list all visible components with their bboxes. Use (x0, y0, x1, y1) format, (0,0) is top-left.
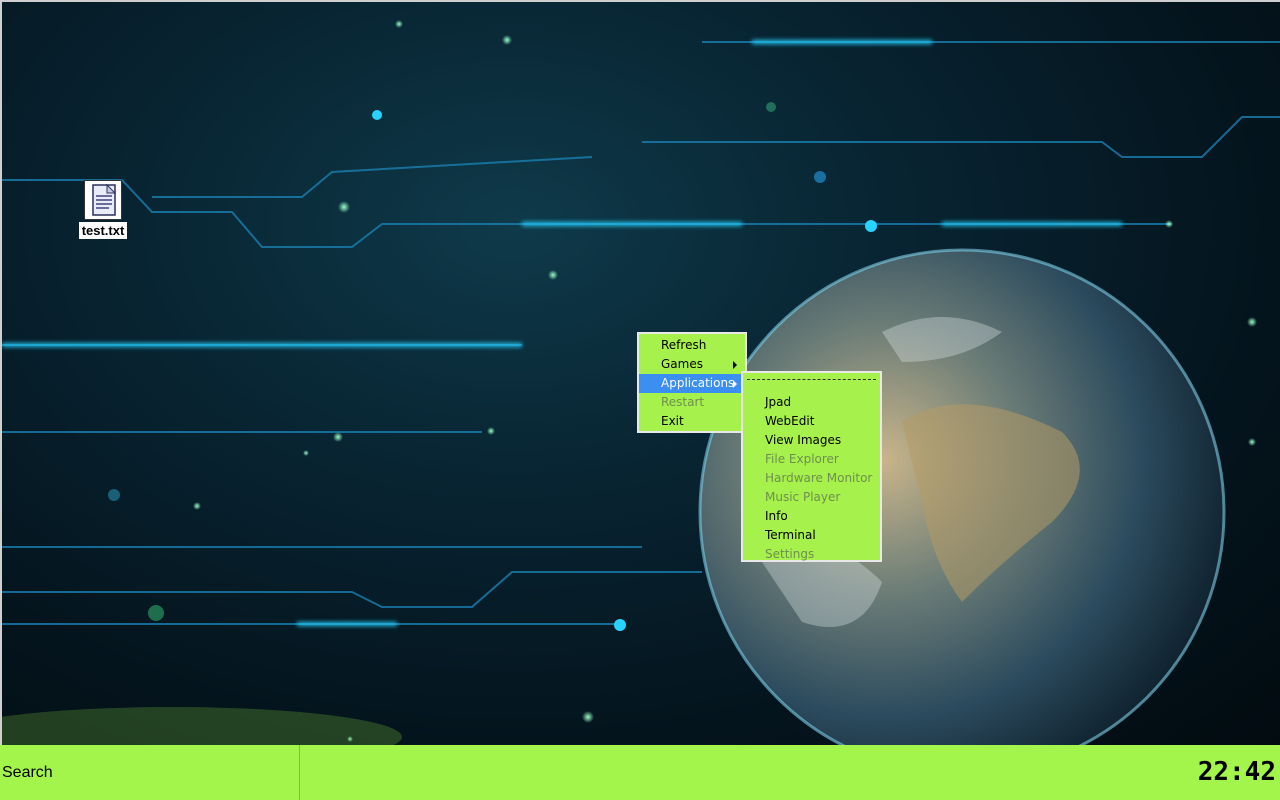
desktop-context-menu: Refresh Games Applications Restart Exit (637, 332, 747, 433)
menu-item-refresh[interactable]: Refresh (639, 336, 745, 355)
tearoff-line[interactable] (747, 379, 876, 381)
search-input[interactable]: Search (0, 745, 300, 800)
menu-item-label: Exit (661, 414, 684, 428)
menu-item-label: Refresh (661, 338, 707, 352)
submenu-arrow-icon (733, 361, 737, 369)
menu-item-label: Applications (661, 376, 735, 390)
menu-item-music-player[interactable]: Music Player (743, 488, 880, 507)
menu-item-webedit[interactable]: WebEdit (743, 412, 880, 431)
menu-item-label: Games (661, 357, 703, 371)
desktop-icon-test-txt[interactable]: test.txt (74, 180, 132, 239)
menu-item-hardware-monitor[interactable]: Hardware Monitor (743, 469, 880, 488)
menu-item-settings[interactable]: Settings (743, 545, 880, 564)
menu-item-terminal[interactable]: Terminal (743, 526, 880, 545)
applications-submenu: Jpad WebEdit View Images File Explorer H… (741, 371, 882, 562)
menu-item-label: File Explorer (765, 452, 839, 466)
menu-item-label: View Images (765, 433, 842, 447)
menu-item-label: Restart (661, 395, 705, 409)
text-document-icon (84, 180, 122, 220)
menu-item-restart[interactable]: Restart (639, 393, 745, 412)
menu-item-label: Music Player (765, 490, 841, 504)
menu-item-label: Settings (765, 547, 815, 561)
menu-item-label: Jpad (765, 395, 792, 409)
menu-item-view-images[interactable]: View Images (743, 431, 880, 450)
menu-item-games[interactable]: Games (639, 355, 745, 374)
menu-item-label: Terminal (765, 528, 816, 542)
menu-item-label: Info (765, 509, 788, 523)
desktop-icon-label: test.txt (78, 222, 128, 239)
menu-item-label: Hardware Monitor (765, 471, 873, 485)
menu-item-file-explorer[interactable]: File Explorer (743, 450, 880, 469)
submenu-arrow-icon (733, 380, 737, 388)
menu-item-info[interactable]: Info (743, 507, 880, 526)
taskbar: Search 22:42 (0, 745, 1280, 800)
menu-item-jpad[interactable]: Jpad (743, 393, 880, 412)
taskbar-clock: 22:42 (1197, 757, 1276, 787)
menu-item-applications[interactable]: Applications (639, 374, 745, 393)
menu-item-label: WebEdit (765, 414, 815, 428)
desktop[interactable]: test.txt Refresh Games Applications Rest… (0, 0, 1280, 745)
menu-item-exit[interactable]: Exit (639, 412, 745, 431)
